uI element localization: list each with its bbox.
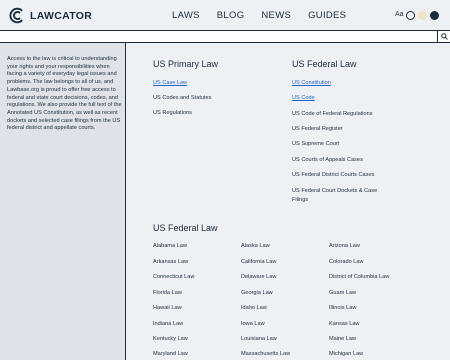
federal-law-title: US Federal Law [292, 59, 357, 69]
state-link[interactable]: Massachusetts Law [241, 351, 290, 357]
states-section-title: US Federal Law [153, 223, 218, 233]
logo-text: LAWCATOR [30, 9, 93, 22]
link-us-regulations[interactable]: US Regulations [153, 110, 192, 116]
primary-law-title: US Primary Law [153, 59, 219, 69]
state-link[interactable]: Hawaii Law [153, 305, 182, 311]
search-input[interactable] [0, 31, 432, 42]
link-us-dockets[interactable]: US Federal Court Dockets & Case Filings [292, 187, 387, 204]
search-button[interactable] [437, 31, 450, 42]
lawcator-logo-icon [9, 7, 23, 24]
state-link[interactable]: Kentucky Law [153, 336, 188, 342]
link-us-supreme-court[interactable]: US Supreme Court [292, 141, 339, 147]
nav-blog[interactable]: BLOG [217, 10, 245, 21]
theme-dark-button[interactable] [430, 11, 439, 20]
nav-guides[interactable]: GUIDES [308, 10, 346, 21]
nav-news[interactable]: NEWS [261, 10, 291, 21]
theme-light-button[interactable] [406, 11, 415, 20]
state-link[interactable]: Idaho Law [241, 305, 267, 311]
sidebar: Access to the law is critical to underst… [0, 43, 126, 360]
link-us-case-law[interactable]: US Case Law [153, 80, 187, 86]
main-nav: LAWS BLOG NEWS GUIDES [172, 10, 346, 21]
state-link[interactable]: Louisiana Law [241, 336, 277, 342]
state-link[interactable]: Maine Law [329, 336, 356, 342]
state-link[interactable]: Georgia Law [241, 290, 273, 296]
state-link[interactable]: Maryland Law [153, 351, 188, 357]
sidebar-description: Access to the law is critical to underst… [7, 56, 122, 132]
link-us-courts-appeals[interactable]: US Courts of Appeals Cases [292, 157, 363, 163]
state-link[interactable]: Kansas Law [329, 321, 359, 327]
theme-sepia-button[interactable] [418, 11, 427, 20]
state-link[interactable]: Colorado Law [329, 259, 364, 265]
state-link[interactable]: Connecticut Law [153, 274, 194, 280]
state-link[interactable]: Indiana Law [153, 321, 183, 327]
state-link[interactable]: Florida Law [153, 290, 182, 296]
logo[interactable]: LAWCATOR [9, 7, 92, 24]
link-us-district-courts[interactable]: US Federal District Courts Cases [292, 172, 374, 178]
link-us-codes-statutes[interactable]: US Codes and Statutes [153, 95, 211, 101]
state-link[interactable]: Michigan Law [329, 351, 363, 357]
link-us-code[interactable]: US Code [292, 95, 315, 101]
state-link[interactable]: Alaska Law [241, 243, 270, 249]
link-us-cfr[interactable]: US Code of Federal Regulations [292, 111, 373, 117]
main-content: US Primary Law US Case Law US Codes and … [127, 43, 450, 360]
state-link[interactable]: Alabama Law [153, 243, 187, 249]
state-link[interactable]: Guam Law [329, 290, 356, 296]
state-link[interactable]: Delaware Law [241, 274, 276, 280]
state-link[interactable]: Illinois Law [329, 305, 356, 311]
font-size-toggle[interactable]: Aa [395, 11, 404, 18]
nav-laws[interactable]: LAWS [172, 10, 200, 21]
state-link[interactable]: Iowa Law [241, 321, 265, 327]
search-icon [440, 33, 448, 40]
link-us-federal-register[interactable]: US Federal Register [292, 126, 343, 132]
state-link[interactable]: California Law [241, 259, 276, 265]
search-bar [0, 30, 450, 43]
state-link[interactable]: Arizona Law [329, 243, 360, 249]
link-us-constitution[interactable]: US Constitution [292, 80, 331, 86]
state-link[interactable]: District of Columbia Law [329, 274, 389, 280]
state-link[interactable]: Arkansas Law [153, 259, 188, 265]
site-header: LAWCATOR LAWS BLOG NEWS GUIDES Aa [0, 0, 450, 30]
